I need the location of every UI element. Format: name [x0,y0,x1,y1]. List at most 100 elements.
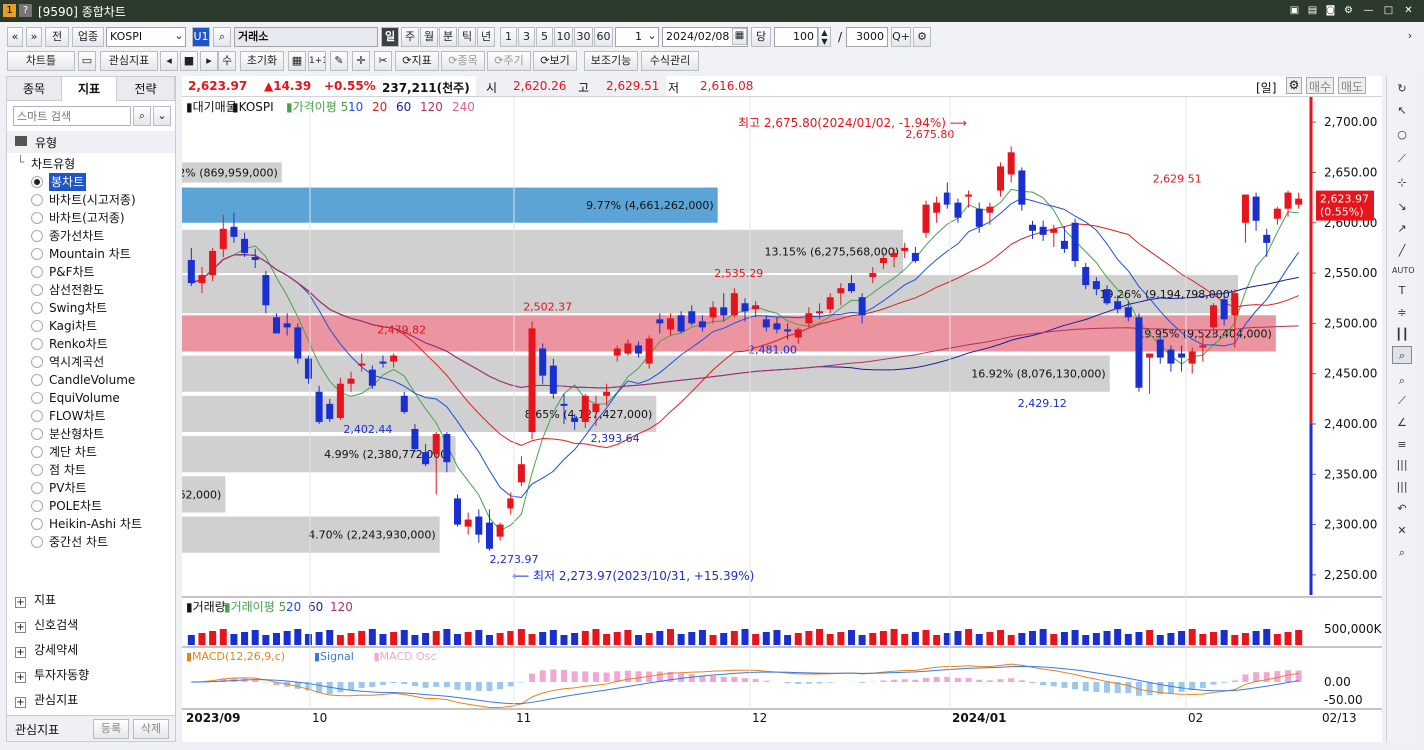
period-month[interactable]: 월 [420,27,438,47]
collapse-icon[interactable]: » [26,27,42,47]
chart-area[interactable]: 1.82% (869,959,000) 9.77% (4,661,262,000)… [104,97,1383,742]
reset-button[interactable]: 초기화 [240,51,284,71]
interval-30[interactable]: 30 [574,27,593,47]
chart-type-radio[interactable] [31,536,43,548]
chart-type-item[interactable]: 중간선 차트 [49,533,108,551]
save-icon[interactable]: ▭ [78,51,96,71]
scroll-right-icon[interactable]: ▸ [200,51,218,71]
period-tick[interactable]: 틱 [458,27,476,47]
interval-1[interactable]: 1 [500,27,517,47]
section-interest[interactable]: + 관심지표 [15,689,78,711]
search-icon[interactable]: ⌕ [133,106,151,126]
tab-symbol[interactable]: 종목 [7,77,62,101]
vertical-lines-icon[interactable]: ||| [1392,456,1412,474]
chart-svg[interactable]: 1.82% (869,959,000) 9.77% (4,661,262,000)… [104,97,1383,742]
tab-strategy[interactable]: 전략 [117,77,175,101]
smart-search-input[interactable] [13,106,131,126]
section-indicator[interactable]: + 지표 [15,589,56,611]
grid-icon[interactable]: ▦ [288,51,306,71]
one-plus-one-icon[interactable]: 1+1 [308,51,326,71]
chart-type-radio[interactable] [31,266,43,278]
chart-type-radio[interactable] [31,248,43,260]
period-lines-icon[interactable]: ||| [1392,478,1412,496]
ray-tool-icon[interactable]: ↗ [1392,220,1412,238]
chart-type-radio[interactable] [31,338,43,350]
chart-type-radio[interactable] [31,194,43,206]
buy-button[interactable]: 매수 [1306,77,1334,94]
close-icon[interactable]: ✕ [1402,4,1415,17]
erase-icon[interactable]: ✕ [1392,522,1412,540]
save-layout-icon[interactable]: ▣ [1288,4,1301,17]
interval-60[interactable]: 60 [594,27,613,47]
manual-button[interactable]: 수 [218,51,236,71]
period-toggle-button[interactable]: ⟳주기 [487,51,531,71]
chart-type-radio[interactable] [31,212,43,224]
refresh-icon[interactable]: ↻ [1392,80,1412,98]
prev-symbol-button[interactable]: 전 [45,27,69,47]
period-minute[interactable]: 분 [439,27,457,47]
cut-icon[interactable]: ✂ [374,51,392,71]
chart-type-radio[interactable] [31,428,43,440]
zoom-area-icon[interactable]: ⌕ [1392,372,1412,390]
period-week[interactable]: 주 [401,27,419,47]
chart-type-radio[interactable] [31,176,43,188]
chart-type-item[interactable]: 바차트(고저종) [49,209,125,227]
chart-type-item[interactable]: 점 차트 [49,461,86,479]
group-header[interactable]: 유형 [7,131,175,153]
zoom-in-icon[interactable]: Q+ [891,27,911,47]
chart-type-item[interactable]: P&F차트 [49,263,95,281]
chart-type-item[interactable]: POLE차트 [49,497,102,515]
indicator-button[interactable]: ⟳지표 [395,51,439,71]
stop-icon[interactable]: ■ [180,51,198,71]
chart-type-item[interactable]: 계단 차트 [49,443,97,461]
category-button[interactable]: 업종 [72,27,104,47]
scroll-left-icon[interactable]: ◂ [160,51,178,71]
camera-icon[interactable]: ◙ [1324,4,1337,17]
aux-function-button[interactable]: 보조기능 [584,51,638,71]
chart-type-item[interactable]: CandleVolume [49,371,135,389]
minimize-icon[interactable]: — [1362,4,1375,17]
angle-tool-icon[interactable]: ∠ [1392,414,1412,432]
gann-tool-icon[interactable]: ⟋ [1392,392,1412,410]
sell-button[interactable]: 매도 [1338,77,1366,94]
interval-10[interactable]: 10 [554,27,573,47]
interest-indicator-button[interactable]: 관심지표 [100,51,158,71]
magnify-icon[interactable]: ⌕ [1392,346,1412,364]
chart-type-radio[interactable] [31,482,43,494]
chevron-down-icon[interactable]: ⌄ [172,27,186,47]
chart-type-radio[interactable] [31,410,43,422]
chart-type-item[interactable]: 역시계곡선 [49,353,104,371]
delete-button[interactable]: 삭제 [133,719,169,739]
search-icon[interactable]: ⌕ [213,27,231,47]
section-strength[interactable]: + 강세약세 [15,639,78,661]
chart-type-item[interactable]: PV차트 [49,479,87,497]
trend-line-icon[interactable]: ⟋ [1392,150,1412,168]
expand-right-icon[interactable]: › [1403,27,1417,47]
chart-frame-button[interactable]: 차트틀 [7,51,75,71]
cross-tool-icon[interactable]: ⊹ [1392,174,1412,192]
chart-type-item[interactable]: 종가선차트 [49,227,104,245]
total-input[interactable]: 3000 [846,27,888,47]
chart-type-radio[interactable] [31,302,43,314]
interval-5[interactable]: 5 [536,27,553,47]
count-stepper[interactable]: ▲ ▼ [818,27,831,47]
chart-type-item[interactable]: Kagi차트 [49,317,97,335]
chart-type-item[interactable]: Renko차트 [49,335,108,353]
formula-manager-button[interactable]: 수식관리 [641,51,699,71]
mouse-icon[interactable]: ✎ [330,51,348,71]
pointer-icon[interactable]: ↖ [1392,102,1412,120]
maximize-icon[interactable]: □ [1382,4,1395,17]
chart-type-radio[interactable] [31,284,43,296]
chart-type-radio[interactable] [31,446,43,458]
chart-type-item[interactable]: Mountain 차트 [49,245,131,263]
count-input[interactable]: 100 [774,27,818,47]
period-day[interactable]: 일 [381,27,399,47]
section-signal-search[interactable]: + 신호검색 [15,614,78,636]
gear-icon[interactable]: ⚙ [1286,77,1302,94]
chart-type-radio[interactable] [31,320,43,332]
chart-type-radio[interactable] [31,392,43,404]
help-badge[interactable]: ? [19,4,32,17]
chart-type-item[interactable]: 분산형차트 [49,425,104,443]
fib-tool-icon[interactable]: ≑ [1392,304,1412,322]
symbol-toggle-button[interactable]: ⟳종목 [441,51,485,71]
